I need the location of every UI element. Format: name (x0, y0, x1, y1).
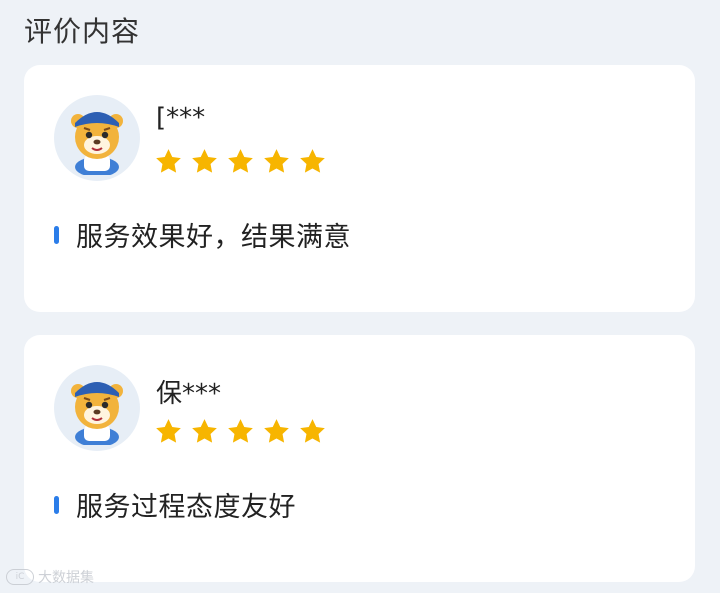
watermark-text: 大数据集 (38, 570, 94, 586)
section-title: 评价内容 (24, 15, 141, 48)
comment-marker (54, 495, 59, 514)
star-icon (262, 417, 291, 446)
star-icon (262, 147, 291, 176)
avatar (54, 95, 140, 181)
avatar (54, 365, 140, 451)
star-rating (154, 417, 327, 446)
review-comment: 服务效果好，结果满意 (54, 215, 351, 254)
tiger-mascot-icon (58, 97, 136, 179)
comment-text: 服务过程态度友好 (76, 492, 296, 523)
star-icon (190, 147, 219, 176)
star-icon (226, 147, 255, 176)
tiger-mascot-icon (58, 367, 136, 449)
review-comment: 服务过程态度友好 (54, 485, 296, 524)
star-icon (154, 147, 183, 176)
comment-text: 服务效果好，结果满意 (76, 222, 351, 253)
star-icon (298, 417, 327, 446)
star-icon (298, 147, 327, 176)
reviewer-name: [*** (156, 103, 206, 133)
watermark: iC 大数据集 (6, 567, 94, 587)
comment-marker (54, 225, 59, 244)
reviewer-name: 保*** (156, 379, 222, 409)
star-icon (154, 417, 183, 446)
star-rating (154, 147, 327, 176)
review-card: [*** 服务效果好，结果满意 (24, 65, 695, 312)
star-icon (190, 417, 219, 446)
star-icon (226, 417, 255, 446)
watermark-logo-icon: iC (6, 569, 34, 585)
review-card: 保*** 服务过程态度友好 (24, 335, 695, 582)
